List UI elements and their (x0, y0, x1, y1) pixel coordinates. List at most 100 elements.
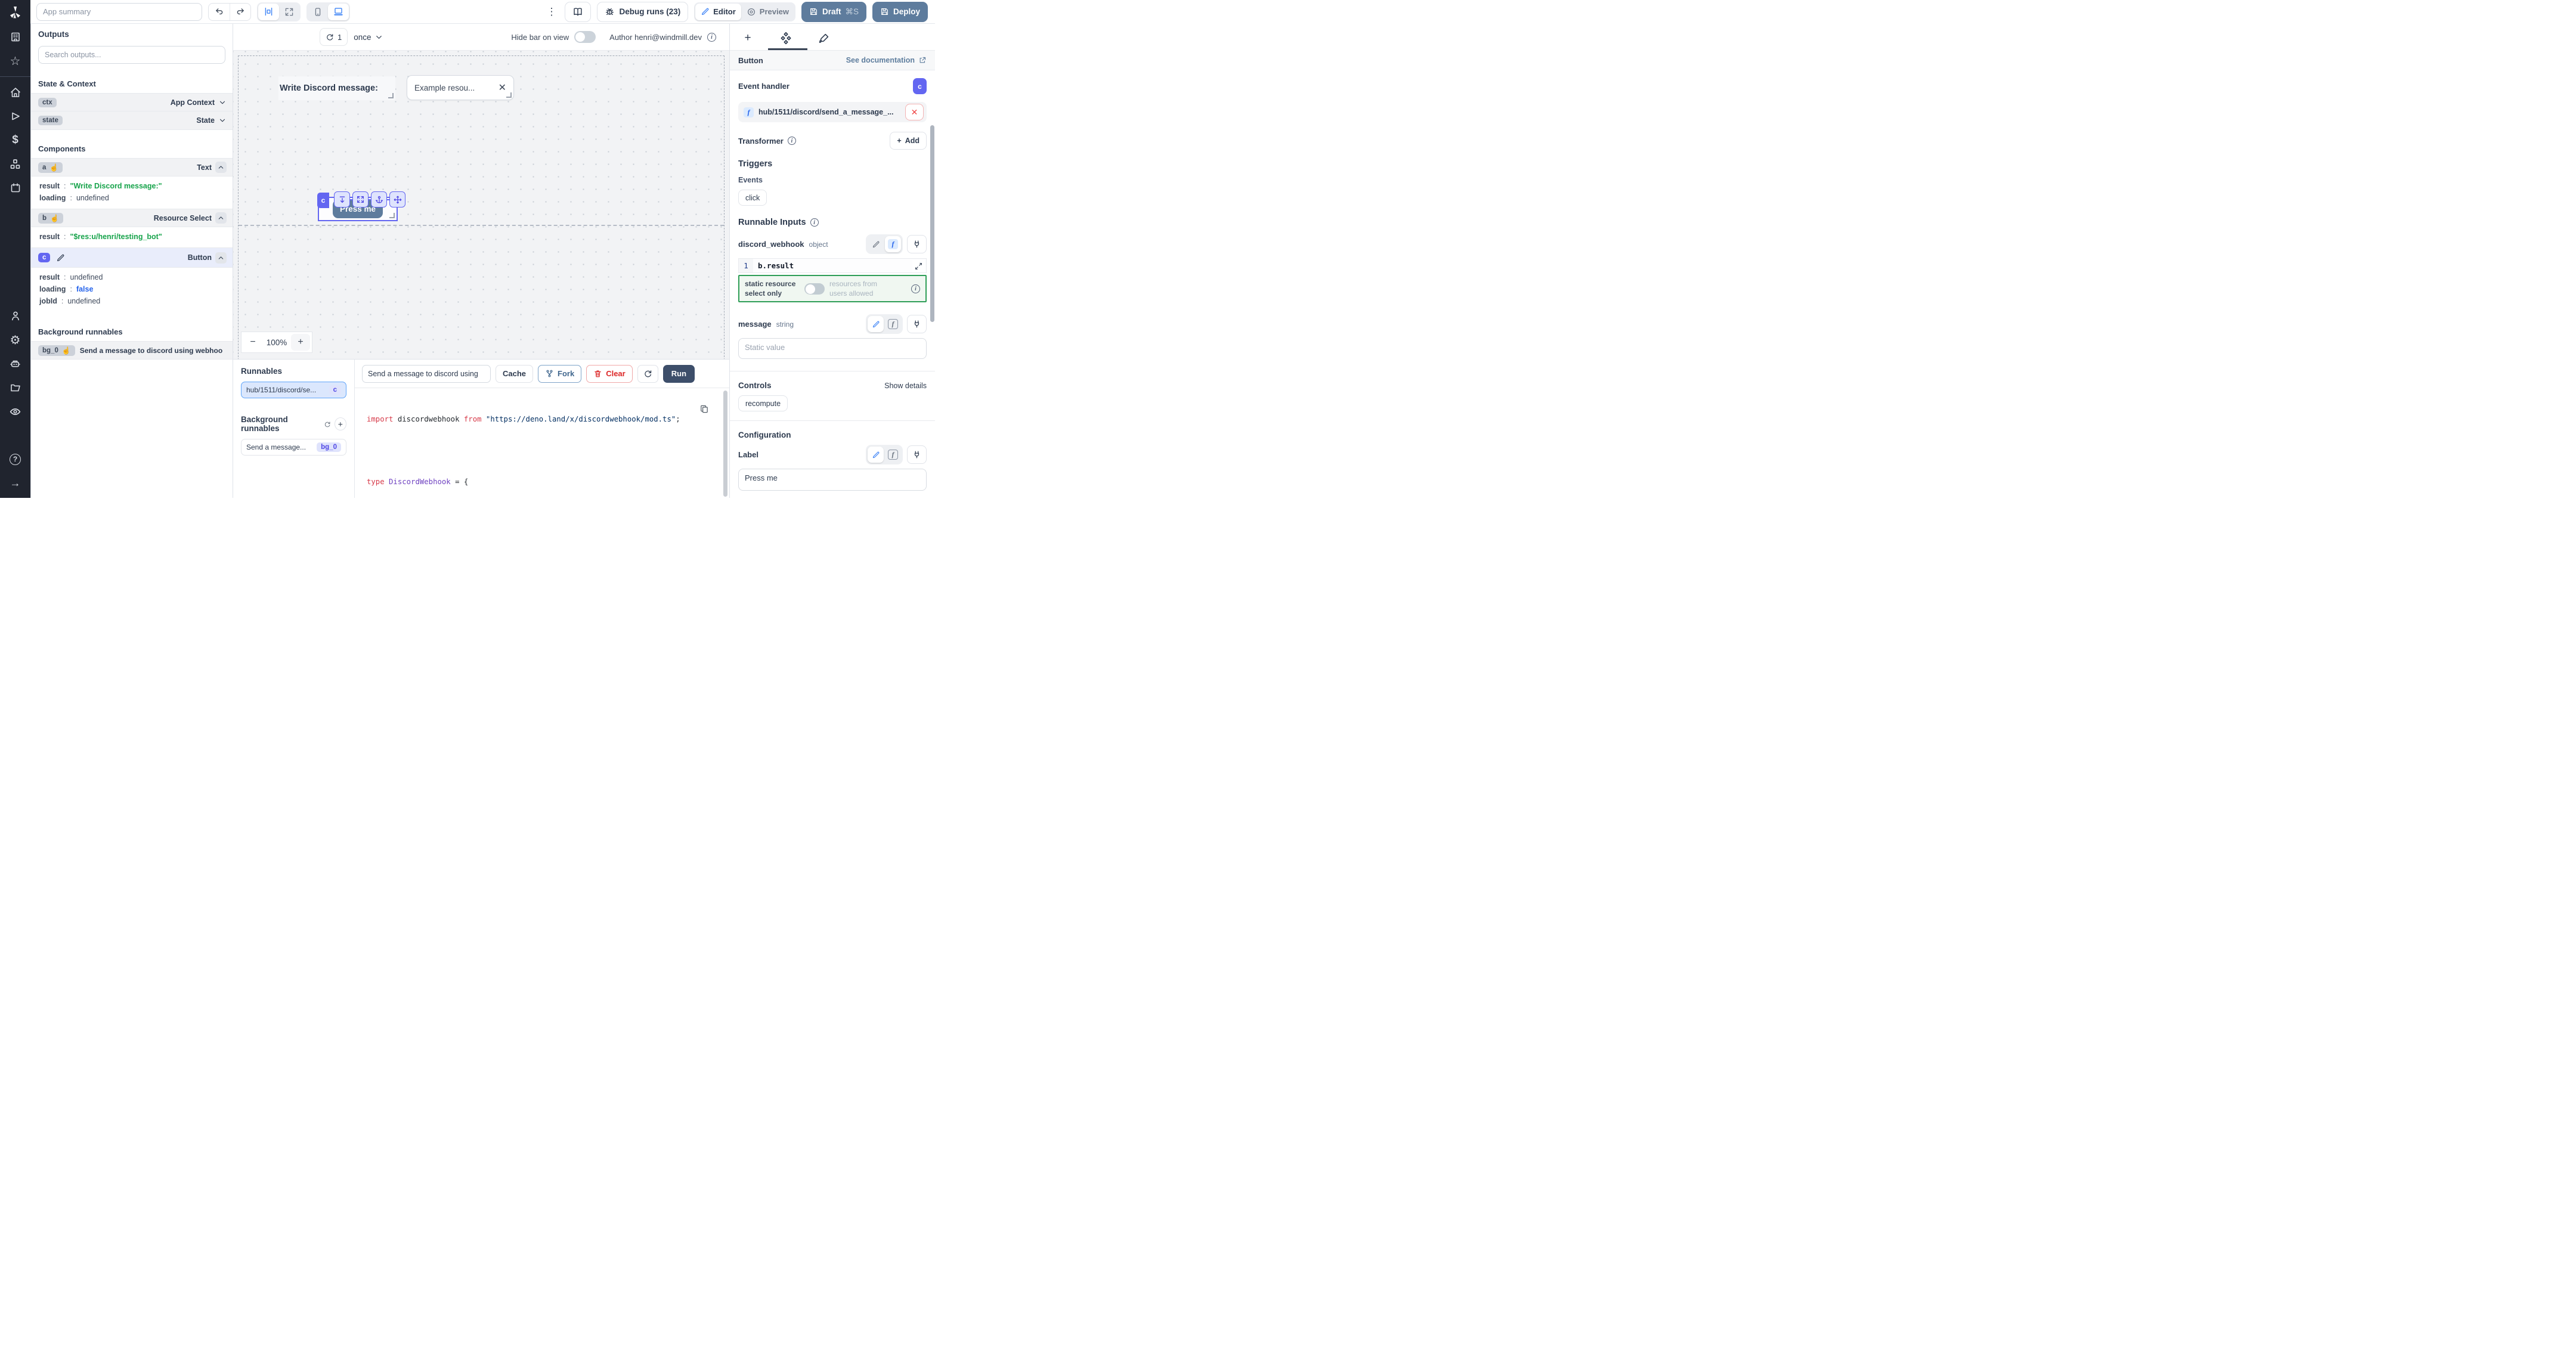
editor-tab[interactable]: Editor (695, 4, 741, 20)
runnable-item-main[interactable]: hub/1511/discord/se... c (241, 382, 346, 398)
clear-button[interactable]: Clear (586, 365, 633, 383)
fullscreen-toggle[interactable] (279, 4, 299, 20)
copy-code-icon[interactable] (699, 404, 709, 414)
style-tab[interactable] (817, 31, 831, 45)
deploy-button[interactable]: Deploy (872, 2, 928, 22)
undo-button[interactable] (209, 4, 230, 20)
cache-button[interactable]: Cache (496, 365, 533, 383)
edit-pencil-icon[interactable] (54, 251, 67, 264)
state-row[interactable]: state State (31, 112, 233, 130)
audit-eye-icon[interactable] (9, 405, 22, 418)
canvas-frame (238, 55, 724, 359)
connect-plug-icon[interactable] (907, 445, 927, 464)
remove-handler-button[interactable]: ✕ (905, 104, 924, 120)
label-value-input[interactable]: Press me (738, 469, 927, 491)
mobile-view-toggle[interactable] (308, 4, 328, 20)
settings-gear-icon[interactable]: ⚙ (9, 333, 22, 346)
message-static-value-input[interactable] (738, 338, 927, 359)
fork-button[interactable]: Fork (538, 365, 581, 383)
hide-bar-toggle[interactable] (574, 31, 596, 43)
workspace-icon[interactable] (9, 30, 22, 44)
static-mode-pencil-icon[interactable] (868, 236, 884, 252)
zoom-out-button[interactable]: − (243, 334, 262, 351)
expand-down-button[interactable] (334, 191, 350, 207)
schedules-calendar-icon[interactable] (9, 181, 22, 194)
recompute-chip[interactable]: recompute (738, 395, 788, 411)
static-resource-toggle[interactable] (804, 283, 825, 295)
resources-from-users-label: resources from users allowed (829, 279, 895, 298)
click-event-chip[interactable]: click (738, 190, 767, 206)
component-c-row[interactable]: c Button (31, 247, 233, 268)
resources-cubes-icon[interactable] (9, 157, 22, 171)
info-icon[interactable]: i (788, 137, 796, 145)
account-person-icon[interactable] (9, 309, 22, 323)
refresh-code-button[interactable] (637, 365, 658, 383)
expr-mode-function-icon[interactable]: f (885, 236, 901, 252)
see-documentation-link[interactable]: See documentation (846, 56, 927, 64)
favorites-star-icon[interactable]: ☆ (9, 54, 22, 67)
collapse-arrow-icon[interactable]: → (9, 476, 22, 490)
anchor-button[interactable] (371, 191, 387, 207)
more-menu-kebab-icon[interactable]: ⋮ (544, 6, 559, 18)
collapse-button[interactable] (215, 252, 227, 264)
collapse-button[interactable] (215, 212, 227, 224)
search-outputs-input[interactable] (38, 46, 225, 64)
component-b-row[interactable]: b☝ Resource Select (31, 209, 233, 227)
draft-button[interactable]: Draft ⌘S (801, 2, 866, 22)
add-transformer-button[interactable]: + Add (890, 132, 927, 150)
preview-tab[interactable]: Preview (741, 4, 794, 20)
app-canvas[interactable]: Write Discord message: Example resou... … (233, 51, 729, 359)
code-scrollbar[interactable] (723, 391, 727, 497)
ctx-row[interactable]: ctx App Context (31, 93, 233, 112)
expression-editor[interactable]: 1 b.result (738, 258, 927, 273)
clear-selection-x-icon[interactable]: ✕ (499, 82, 506, 94)
run-button[interactable]: Run (663, 365, 695, 383)
maximize-button[interactable] (352, 191, 369, 207)
desktop-view-toggle[interactable] (328, 4, 349, 20)
runs-play-icon[interactable] (9, 110, 22, 123)
home-icon[interactable] (9, 86, 22, 99)
app-summary-input[interactable] (36, 3, 202, 21)
component-a-row[interactable]: a☝ Text (31, 158, 233, 176)
redo-button[interactable] (230, 4, 250, 20)
show-details-link[interactable]: Show details (884, 382, 927, 390)
static-mode-pencil-icon[interactable] (868, 447, 884, 463)
refresh-count-button[interactable]: 1 (320, 28, 348, 46)
info-icon[interactable]: i (911, 284, 920, 293)
expr-mode-function-icon[interactable]: f (885, 447, 901, 463)
variables-dollar-icon[interactable]: $ (9, 134, 22, 147)
connect-plug-icon[interactable] (907, 235, 927, 253)
info-icon[interactable]: i (707, 33, 716, 42)
workers-robot-icon[interactable] (9, 357, 22, 370)
help-icon[interactable]: ? (9, 453, 22, 466)
collapse-button[interactable] (215, 162, 227, 173)
component-c-type: Button (188, 253, 212, 262)
add-bg-runnable-button[interactable]: + (335, 417, 346, 431)
bg0-row[interactable]: bg_0☝ Send a message to discord using we… (31, 341, 233, 360)
expr-mode-function-icon[interactable]: f (885, 316, 901, 332)
docs-book-button[interactable] (565, 2, 591, 22)
refresh-mode-dropdown[interactable]: once (354, 33, 383, 42)
windmill-logo[interactable] (0, 0, 30, 25)
static-mode-pencil-icon[interactable] (868, 316, 884, 332)
debug-runs-button[interactable]: Debug runs (23) (597, 2, 688, 22)
static-resource-label: static resource select only (745, 279, 800, 298)
bg-runnables-title: Background runnables (241, 415, 321, 433)
info-icon[interactable]: i (810, 218, 819, 227)
code-editor[interactable]: import discordwebhook from "https://deno… (355, 388, 729, 498)
resource-select-component-b[interactable]: Example resou... ✕ (407, 75, 514, 100)
component-type-label: Button (738, 56, 763, 65)
settings-scrollbar[interactable] (930, 125, 934, 322)
move-button[interactable] (389, 191, 405, 207)
folders-icon[interactable] (9, 381, 22, 394)
runnable-item-bg0[interactable]: Send a message... bg_0 (241, 439, 346, 456)
expand-editor-icon[interactable] (912, 260, 925, 272)
event-handler-item[interactable]: f hub/1511/discord/send_a_message_... ✕ (738, 102, 927, 122)
text-component-a[interactable]: Write Discord message: (278, 76, 395, 100)
script-name-input[interactable] (362, 365, 491, 383)
component-settings-tab[interactable] (779, 31, 793, 45)
center-align-toggle[interactable] (258, 4, 279, 20)
connect-plug-icon[interactable] (907, 315, 927, 333)
zoom-in-button[interactable]: + (291, 334, 310, 351)
insert-component-tab[interactable]: + (741, 31, 755, 45)
